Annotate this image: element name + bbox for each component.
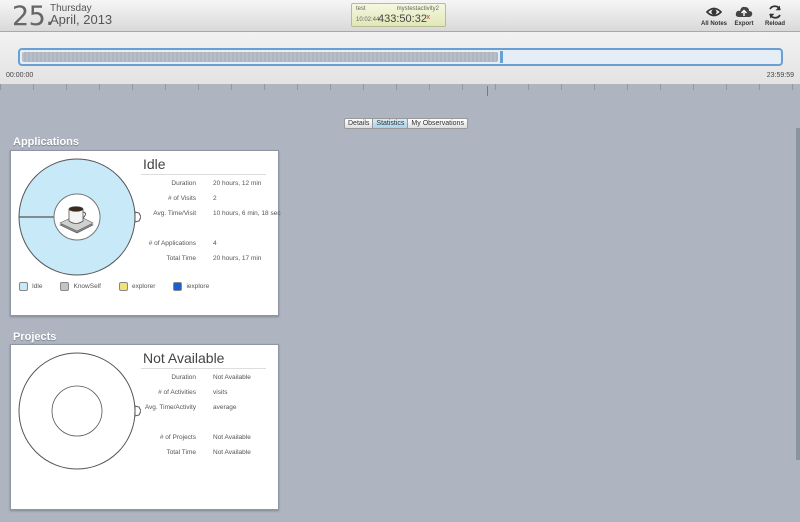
legend-swatch [118, 281, 128, 291]
timeline-cursor [487, 86, 488, 96]
legend-label: KnowSelf [73, 282, 101, 290]
projects-card-title: Not Available [143, 350, 225, 366]
stat-value: 20 hours, 12 min [213, 180, 262, 187]
day-number: 25. [12, 1, 54, 32]
reload-label: Reload [764, 21, 785, 27]
stat-label: Avg. Time/Visit [153, 210, 196, 217]
timeline-ruler [0, 84, 800, 90]
donut-center [51, 385, 103, 437]
stat-label: # of Visits [167, 195, 196, 202]
divider [141, 368, 266, 369]
activity-close-icon[interactable]: x [427, 14, 431, 21]
activity-timer: 433:50:32 [378, 13, 427, 25]
stat-label: # of Activities [158, 389, 196, 396]
legend-label: iexplore [186, 282, 210, 290]
legend-item-iexplore[interactable]: iexplore [173, 281, 209, 291]
timeline-start-label: 00:00:00 [6, 72, 34, 79]
scrollbar[interactable] [796, 128, 800, 460]
legend-swatch [60, 281, 70, 291]
stat-value: Not Available [213, 374, 251, 381]
timeline-end-label: 23:59:59 [766, 72, 794, 79]
stat-label: Duration [171, 374, 196, 381]
export-button[interactable]: Export [727, 4, 761, 27]
activity-name: mystestactivity2 [396, 6, 439, 12]
projects-section-title: Projects [13, 331, 57, 343]
stat-label: # of Applications [148, 240, 196, 247]
month-year-label: April, 2013 [50, 12, 113, 27]
stat-row-duration: Duration 20 hours, 12 min [131, 180, 281, 190]
top-bar: 25. Thursday April, 2013 test mystestact… [0, 0, 800, 32]
stat-row-projects: # of Projects Not Available [131, 434, 281, 444]
applications-card-title: Idle [143, 156, 166, 172]
timeline-elapsed [22, 52, 499, 62]
applications-legend: Idle KnowSelf explorer iexplore [19, 281, 227, 291]
stat-row-total-time: Total Time 20 hours, 17 min [131, 255, 281, 265]
activity-start-time: 10:02:44 [356, 17, 380, 23]
current-activity-widget[interactable]: test mystestactivity2 10:02:44 433:50:32… [351, 3, 446, 27]
legend-item-knowself[interactable]: KnowSelf [60, 281, 101, 291]
stat-label: Total Time [166, 255, 196, 262]
cloud-upload-icon [735, 6, 753, 17]
projects-donut-chart[interactable] [17, 351, 141, 475]
stat-row-visits: # of Visits 2 [131, 195, 281, 205]
stat-value: Not Available [213, 449, 251, 456]
view-tabs: Details Statistics My Observations [344, 118, 468, 129]
projects-card: Not Available Duration Not Available # o… [10, 344, 279, 510]
legend-swatch [19, 281, 28, 291]
tab-my-observations[interactable]: My Observations [408, 118, 468, 129]
legend-swatch [173, 281, 183, 291]
tab-details[interactable]: Details [344, 118, 374, 129]
applications-card: Idle Duration 20 hours, 12 min # of Visi… [10, 150, 281, 316]
stat-row-duration: Duration Not Available [131, 374, 281, 384]
stat-row-activities: # of Activities visits [131, 389, 281, 399]
stat-value: 2 [213, 195, 217, 202]
stat-value: visits [213, 389, 228, 396]
divider [141, 174, 266, 175]
export-label: Export [734, 21, 754, 27]
stat-value: 20 hours, 17 min [213, 255, 262, 262]
stat-row-total-time: Total Time Not Available [131, 449, 281, 459]
stat-row-avg-time: Avg. Time/Activity average [131, 404, 281, 414]
stat-row-avg-time: Avg. Time/Visit 10 hours, 6 min, 18 sec [131, 210, 281, 220]
legend-label: Idle [32, 282, 43, 290]
applications-section-title: Applications [13, 136, 80, 148]
activity-label: test [356, 6, 366, 12]
refresh-icon [769, 5, 781, 19]
stat-label: Total Time [166, 449, 196, 456]
stat-value: 4 [213, 240, 217, 247]
stat-value: 10 hours, 6 min, 18 sec [213, 210, 281, 217]
stat-value: Not Available [213, 434, 251, 441]
stat-value: average [213, 404, 237, 411]
stat-row-applications: # of Applications 4 [131, 240, 281, 250]
eye-icon [706, 7, 722, 17]
tab-statistics[interactable]: Statistics [373, 118, 409, 129]
timeline-slider[interactable] [18, 48, 783, 66]
applications-donut-chart[interactable] [17, 157, 141, 281]
legend-item-explorer[interactable]: explorer [118, 281, 156, 291]
legend-label: explorer [131, 282, 156, 290]
legend-item-idle[interactable]: Idle [19, 281, 42, 291]
stat-label: Avg. Time/Activity [144, 404, 196, 411]
stat-label: Duration [171, 180, 196, 187]
reload-button[interactable]: Reload [758, 4, 792, 27]
timeline-current-marker[interactable] [500, 51, 503, 63]
all-notes-button[interactable]: All Notes [697, 4, 731, 27]
all-notes-label: All Notes [700, 21, 727, 27]
stat-label: # of Projects [159, 434, 196, 441]
